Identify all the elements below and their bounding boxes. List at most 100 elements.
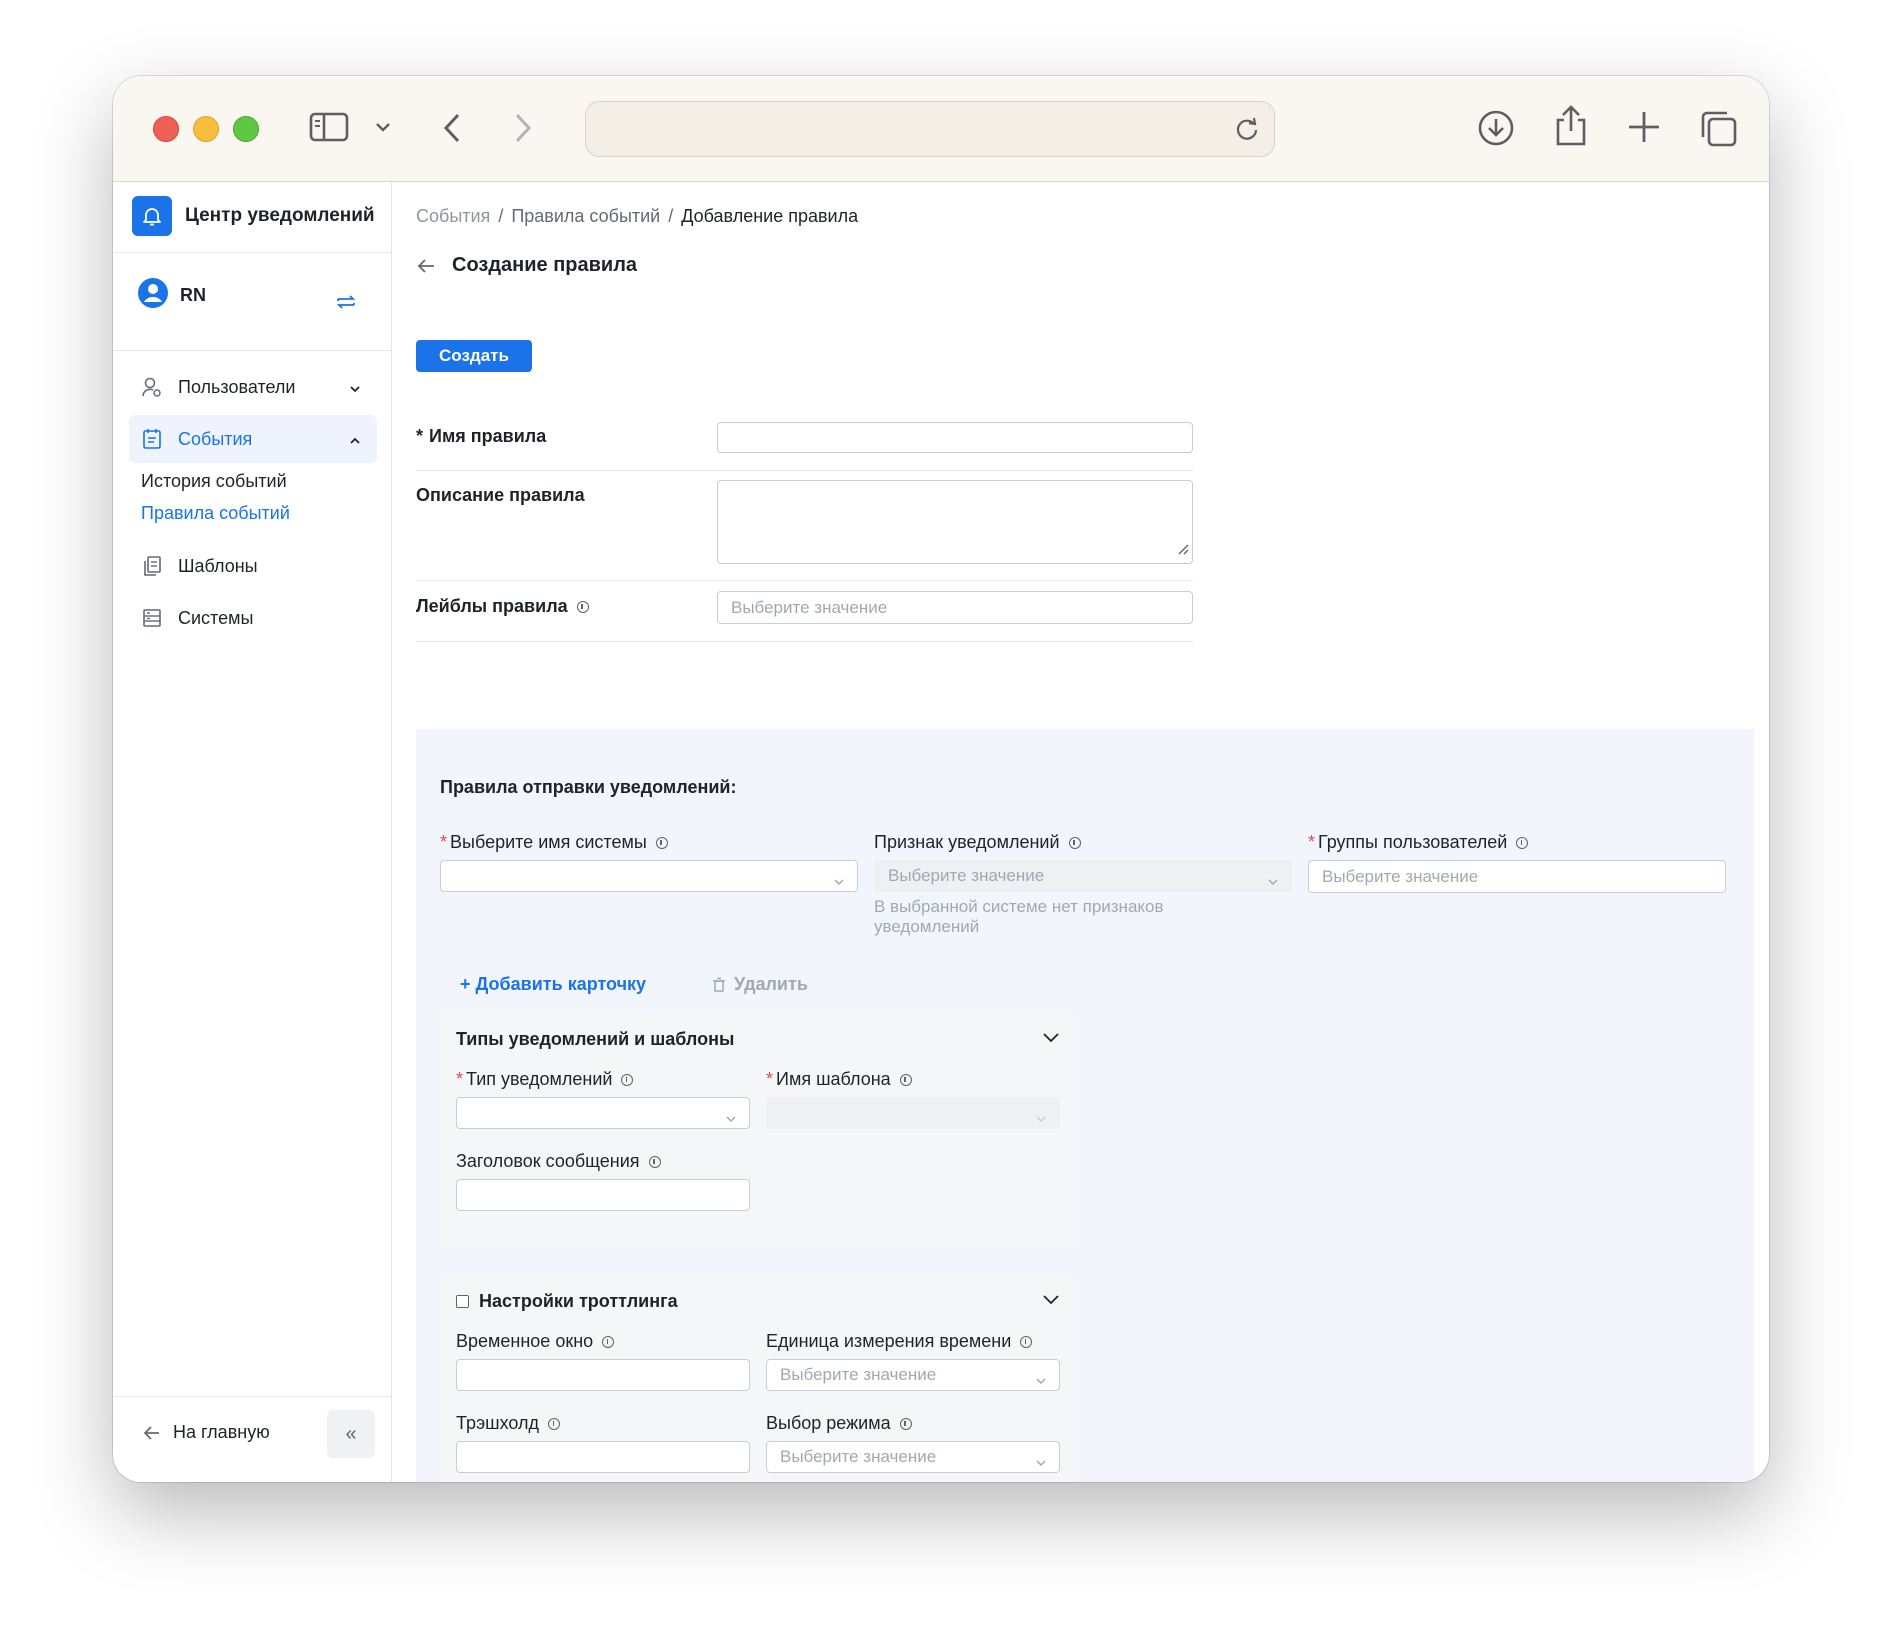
sidebar-item-systems[interactable]: Системы xyxy=(129,594,377,642)
copy-document-icon xyxy=(142,555,164,577)
create-button[interactable]: Создать xyxy=(416,340,532,372)
sidebar-item-label: События xyxy=(178,428,253,449)
threshold-input[interactable] xyxy=(456,1441,750,1473)
panel-title: Правила отправки уведомлений: xyxy=(440,777,737,797)
message-title-input[interactable] xyxy=(456,1179,750,1211)
main-content: События / Правила событий / Добавление прави… xyxy=(392,182,1769,1482)
info-icon[interactable] xyxy=(576,600,589,613)
info-icon[interactable] xyxy=(648,1155,661,1168)
sidebar-item-label: Пользователи xyxy=(178,376,296,397)
back-icon[interactable] xyxy=(440,112,464,149)
template-name-label: * Имя шаблона xyxy=(766,1069,912,1090)
close-window-button[interactable] xyxy=(153,116,179,142)
user-settings-icon xyxy=(142,376,164,398)
required-mark: * xyxy=(766,1069,774,1089)
message-title-label: Заголовок сообщения xyxy=(456,1151,661,1172)
chevron-down-icon[interactable] xyxy=(375,120,391,139)
minimize-window-button[interactable] xyxy=(193,116,219,142)
card-title: Типы уведомлений и шаблоны xyxy=(456,1029,735,1049)
info-icon[interactable] xyxy=(1068,836,1081,849)
delete-label: Удалить xyxy=(734,974,808,994)
trash-icon xyxy=(712,977,726,993)
description-textarea[interactable] xyxy=(717,480,1193,564)
browser-window: Центр уведомлений RN Пользователи Событи… xyxy=(113,76,1769,1482)
back-arrow-icon[interactable] xyxy=(416,258,436,274)
user-groups-label-text: Группы пользователей xyxy=(1318,832,1508,852)
time-window-label-text: Временное окно xyxy=(456,1331,594,1351)
server-icon xyxy=(142,607,164,629)
forward-icon[interactable] xyxy=(511,112,535,149)
info-icon[interactable] xyxy=(621,1073,634,1086)
double-chevron-left-icon: « xyxy=(345,1422,357,1445)
home-link[interactable]: На главную xyxy=(143,1422,270,1443)
breadcrumb-item-events[interactable]: События xyxy=(416,206,490,226)
notification-types-card: Типы уведомлений и шаблоны * Тип уведомле… xyxy=(440,1013,1076,1249)
template-name-label-text: Имя шаблона xyxy=(776,1069,891,1089)
reload-icon[interactable] xyxy=(1234,116,1260,147)
info-icon[interactable] xyxy=(548,1417,561,1430)
app-logo-row[interactable]: Центр уведомлений xyxy=(132,196,375,236)
chevron-down-icon xyxy=(1035,1453,1047,1473)
user-profile[interactable]: RN xyxy=(138,278,206,313)
resize-handle-icon[interactable] xyxy=(1177,540,1189,560)
time-unit-placeholder: Выберите значение xyxy=(780,1365,937,1384)
time-window-input[interactable] xyxy=(456,1359,750,1391)
required-mark: * xyxy=(456,1069,464,1089)
sidebar-subitem-event-rules[interactable]: Правила событий xyxy=(141,503,290,524)
sidebar-divider xyxy=(113,252,391,253)
throttling-checkbox[interactable] xyxy=(456,1295,469,1308)
sidebar-item-label: Шаблоны xyxy=(178,555,258,576)
sidebar-item-templates[interactable]: Шаблоны xyxy=(129,542,377,590)
throttling-card: Настройки троттлинга Временное окно Един… xyxy=(440,1275,1076,1482)
throttling-title-text: Настройки троттлинга xyxy=(479,1291,678,1311)
info-icon[interactable] xyxy=(899,1417,912,1430)
notification-rules-panel: Правила отправки уведомлений: * Выберите … xyxy=(416,729,1754,1482)
new-tab-icon[interactable] xyxy=(1626,109,1662,150)
maximize-window-button[interactable] xyxy=(233,116,259,142)
sidebar-toggle-icon[interactable] xyxy=(309,110,349,149)
sidebar-item-users[interactable]: Пользователи xyxy=(129,363,377,411)
sidebar-subitem-event-history[interactable]: История событий xyxy=(141,471,287,492)
rule-name-label: * Имя правила xyxy=(416,426,546,447)
info-icon[interactable] xyxy=(602,1335,615,1348)
sidebar-divider xyxy=(113,350,391,351)
required-mark: * xyxy=(416,426,424,446)
info-icon[interactable] xyxy=(655,836,668,849)
sidebar-divider xyxy=(113,1396,391,1397)
chevron-down-icon[interactable] xyxy=(1042,1031,1060,1049)
message-title-label-text: Заголовок сообщения xyxy=(456,1151,640,1171)
info-icon[interactable] xyxy=(1516,836,1529,849)
chevron-down-icon xyxy=(1267,872,1279,892)
chevron-down-icon xyxy=(1035,1109,1047,1129)
app-title: Центр уведомлений xyxy=(185,205,375,226)
form-divider xyxy=(416,470,1193,471)
breadcrumb-separator: / xyxy=(668,206,674,226)
collapse-sidebar-button[interactable]: « xyxy=(327,1410,375,1458)
labels-label: Лейблы правила xyxy=(416,596,589,617)
notification-attr-select: Выберите значение xyxy=(874,860,1292,892)
user-groups-select[interactable]: Выберите значение xyxy=(1308,860,1726,893)
add-card-button[interactable]: + Добавить карточку xyxy=(460,974,646,995)
template-name-select xyxy=(766,1097,1060,1129)
download-icon[interactable] xyxy=(1477,109,1515,152)
chevron-down-icon[interactable] xyxy=(1042,1293,1060,1311)
rule-name-input[interactable] xyxy=(717,422,1193,453)
user-avatar-icon xyxy=(138,278,168,313)
breadcrumb-item-event-rules[interactable]: Правила событий xyxy=(511,206,660,226)
switch-account-icon[interactable] xyxy=(335,292,357,317)
address-bar[interactable] xyxy=(585,101,1275,157)
chevron-down-icon xyxy=(833,872,845,892)
info-icon[interactable] xyxy=(1020,1335,1033,1348)
time-unit-select[interactable]: Выберите значение xyxy=(766,1359,1060,1391)
tab-overview-icon[interactable] xyxy=(1699,109,1739,154)
info-icon[interactable] xyxy=(899,1073,912,1086)
page-title: Создание правила xyxy=(452,254,638,276)
system-name-select[interactable] xyxy=(440,860,858,892)
delete-button[interactable]: Удалить xyxy=(712,974,808,995)
share-icon[interactable] xyxy=(1553,104,1589,153)
labels-select[interactable]: Выберите значение xyxy=(717,591,1193,624)
chevron-down-icon xyxy=(349,378,361,399)
sidebar-item-events[interactable]: События xyxy=(129,415,377,463)
mode-select[interactable]: Выберите значение xyxy=(766,1441,1060,1473)
notification-type-select[interactable] xyxy=(456,1097,750,1129)
